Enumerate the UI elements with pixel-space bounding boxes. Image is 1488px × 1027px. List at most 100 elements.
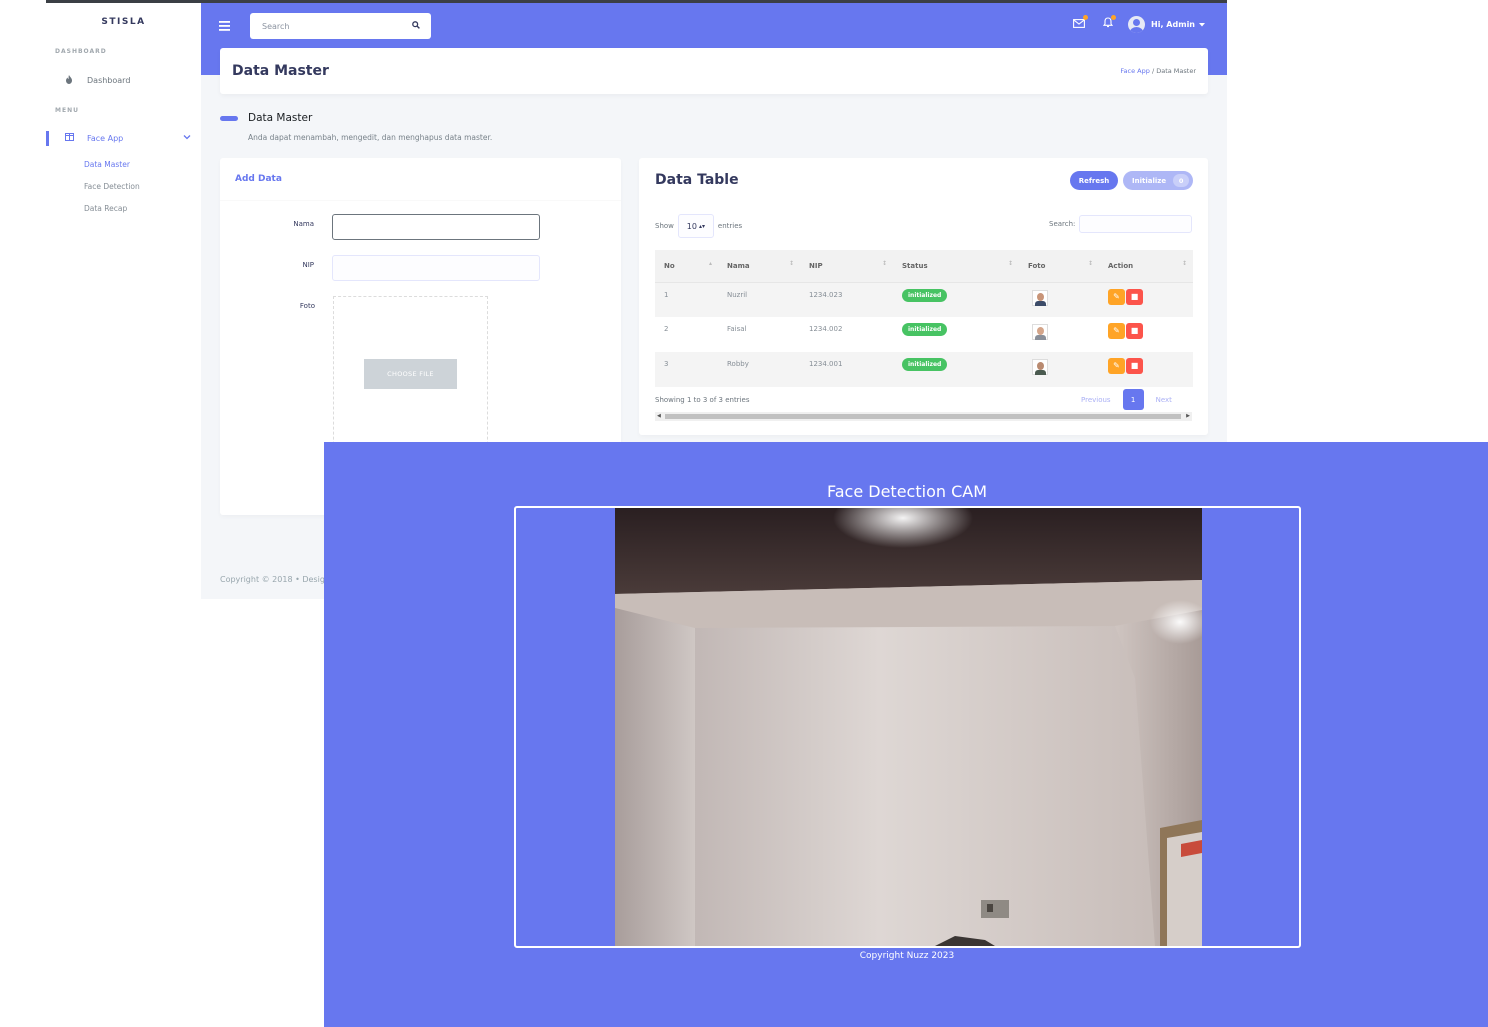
menu-header-dashboard: DASHBOARD <box>55 48 107 55</box>
scroll-right-icon[interactable]: ▶ <box>1186 412 1190 421</box>
person-photo-thumbnail[interactable] <box>1032 359 1048 375</box>
sort-icon: ↕ <box>788 260 794 267</box>
menu-header-menu: MENU <box>55 107 79 114</box>
column-label: Foto <box>1028 261 1046 270</box>
sidebar-subitem-data-master[interactable]: Data Master <box>84 160 130 169</box>
choose-file-button[interactable]: CHOOSE FILE <box>364 359 457 389</box>
table-search: Search: <box>1049 215 1193 233</box>
pagination-page-1[interactable]: 1 <box>1122 389 1144 410</box>
sidebar-item-label: Face App <box>87 133 124 143</box>
entries-select[interactable]: 10 ▴▾ <box>677 214 714 238</box>
envelope-icon[interactable] <box>1073 15 1088 31</box>
refresh-button[interactable]: Refresh <box>1070 171 1118 190</box>
cell-no: 2 <box>655 317 718 352</box>
pagination-next[interactable]: Next <box>1156 396 1172 404</box>
cell-no: 3 <box>655 352 718 387</box>
initialize-label: Initialize <box>1132 176 1167 185</box>
person-photo-thumbnail[interactable] <box>1032 324 1048 340</box>
table-row: 1 Nuzril 1234.023 initialized ✎ ■ <box>655 282 1193 317</box>
sort-icon: ↕ <box>1181 260 1187 267</box>
pagination: Previous 1 Next <box>1081 389 1172 410</box>
cell-status: initialized <box>893 317 1019 352</box>
initialize-button[interactable]: Initialize 0 <box>1123 171 1193 190</box>
column-header-foto[interactable]: Foto ↕ <box>1019 250 1099 283</box>
cell-action: ✎ ■ <box>1099 317 1193 352</box>
column-header-status[interactable]: Status ↕ <box>893 250 1019 283</box>
column-header-nama[interactable]: Nama ↕ <box>718 250 800 283</box>
camera-frame <box>514 506 1301 948</box>
section-title-bar <box>220 116 238 121</box>
delete-trash-icon[interactable]: ■ <box>1126 358 1143 374</box>
table-search-input[interactable] <box>1079 215 1193 233</box>
avatar <box>1128 16 1146 33</box>
table-row: 2 Faisal 1234.002 initialized ✎ ■ <box>655 317 1193 352</box>
edit-pencil-icon[interactable]: ✎ <box>1108 288 1125 305</box>
notification-dot <box>1111 15 1116 20</box>
column-label: No <box>664 261 675 270</box>
sidebar-subitem-data-recap[interactable]: Data Recap <box>84 204 127 213</box>
person-photo-thumbnail[interactable] <box>1032 289 1048 306</box>
section-lead: Anda dapat menambah, mengedit, dan mengh… <box>248 133 493 142</box>
column-label: Action <box>1108 261 1134 270</box>
bell-icon[interactable] <box>1102 15 1116 31</box>
nip-label: NIP <box>302 261 314 269</box>
sort-asc-icon: ▴ <box>708 260 712 267</box>
initialize-count-badge: 0 <box>1173 174 1190 187</box>
search-icon[interactable] <box>412 21 420 31</box>
cell-nip: 1234.023 <box>800 282 893 317</box>
nama-label: Nama <box>293 220 314 228</box>
fire-icon <box>63 74 75 86</box>
data-table-card: Data Table Refresh Initialize 0 Show 10 … <box>639 158 1208 435</box>
scrollbar-thumb[interactable] <box>665 414 1181 419</box>
delete-trash-icon[interactable]: ■ <box>1126 288 1143 305</box>
entries-length-control: Show 10 ▴▾ entries <box>655 214 742 238</box>
table-info: Showing 1 to 3 of 3 entries <box>655 396 750 404</box>
data-table-title: Data Table <box>655 172 739 188</box>
breadcrumb: Face App / Data Master <box>1120 67 1196 75</box>
sidebar-subitem-face-detection[interactable]: Face Detection <box>84 182 140 191</box>
columns-icon <box>63 133 75 143</box>
cell-status: initialized <box>893 352 1019 387</box>
cell-no: 1 <box>655 282 718 317</box>
edit-pencil-icon[interactable]: ✎ <box>1108 358 1125 374</box>
brand-logo[interactable]: STISLA <box>46 17 201 27</box>
pagination-previous[interactable]: Previous <box>1081 396 1111 404</box>
horizontal-scrollbar[interactable]: ◀ ▶ <box>655 412 1192 421</box>
sort-icon: ↕ <box>1087 260 1093 267</box>
section-title: Data Master <box>248 112 313 124</box>
status-badge: initialized <box>902 323 948 336</box>
camera-video-feed <box>615 508 1202 946</box>
search-input[interactable]: Search <box>250 13 431 39</box>
column-header-no[interactable]: No ▴ <box>655 250 718 283</box>
page-title: Data Master <box>232 63 329 79</box>
cell-nip: 1234.001 <box>800 352 893 387</box>
hamburger-menu-icon[interactable] <box>219 20 230 35</box>
page-header: Data Master Face App / Data Master <box>220 48 1208 94</box>
search-placeholder: Search <box>262 21 290 31</box>
column-label: Status <box>902 261 928 270</box>
nama-field[interactable] <box>332 214 540 240</box>
status-badge: initialized <box>902 358 948 371</box>
table-search-label: Search: <box>1049 220 1076 228</box>
scroll-left-icon[interactable]: ◀ <box>657 412 661 421</box>
column-header-nip[interactable]: NIP ↕ <box>800 250 893 283</box>
table-row: 3 Robby 1234.001 initialized ✎ ■ <box>655 352 1193 387</box>
cell-nama: Robby <box>718 352 800 387</box>
sort-updown-icon: ▴▾ <box>698 222 705 230</box>
chevron-down-icon <box>183 133 191 142</box>
column-label: Nama <box>727 261 750 270</box>
cam-copyright: Copyright Nuzz 2023 <box>859 951 955 961</box>
cell-nama: Nuzril <box>718 282 800 317</box>
sidebar-item-face-app[interactable]: Face App <box>46 129 201 147</box>
breadcrumb-face-app[interactable]: Face App <box>1120 67 1149 75</box>
column-header-action[interactable]: Action ↕ <box>1099 250 1193 283</box>
edit-pencil-icon[interactable]: ✎ <box>1108 323 1125 339</box>
user-dropdown[interactable]: Hi, Admin <box>1128 16 1205 33</box>
delete-trash-icon[interactable]: ■ <box>1126 323 1143 339</box>
footer-copyright: Copyright © 2018 • Desig <box>220 575 325 584</box>
column-label: NIP <box>809 261 823 270</box>
sidebar-item-dashboard[interactable]: Dashboard <box>46 71 201 89</box>
show-label: Show <box>655 222 674 230</box>
cell-action: ✎ ■ <box>1099 352 1193 387</box>
nip-field[interactable] <box>332 255 540 281</box>
